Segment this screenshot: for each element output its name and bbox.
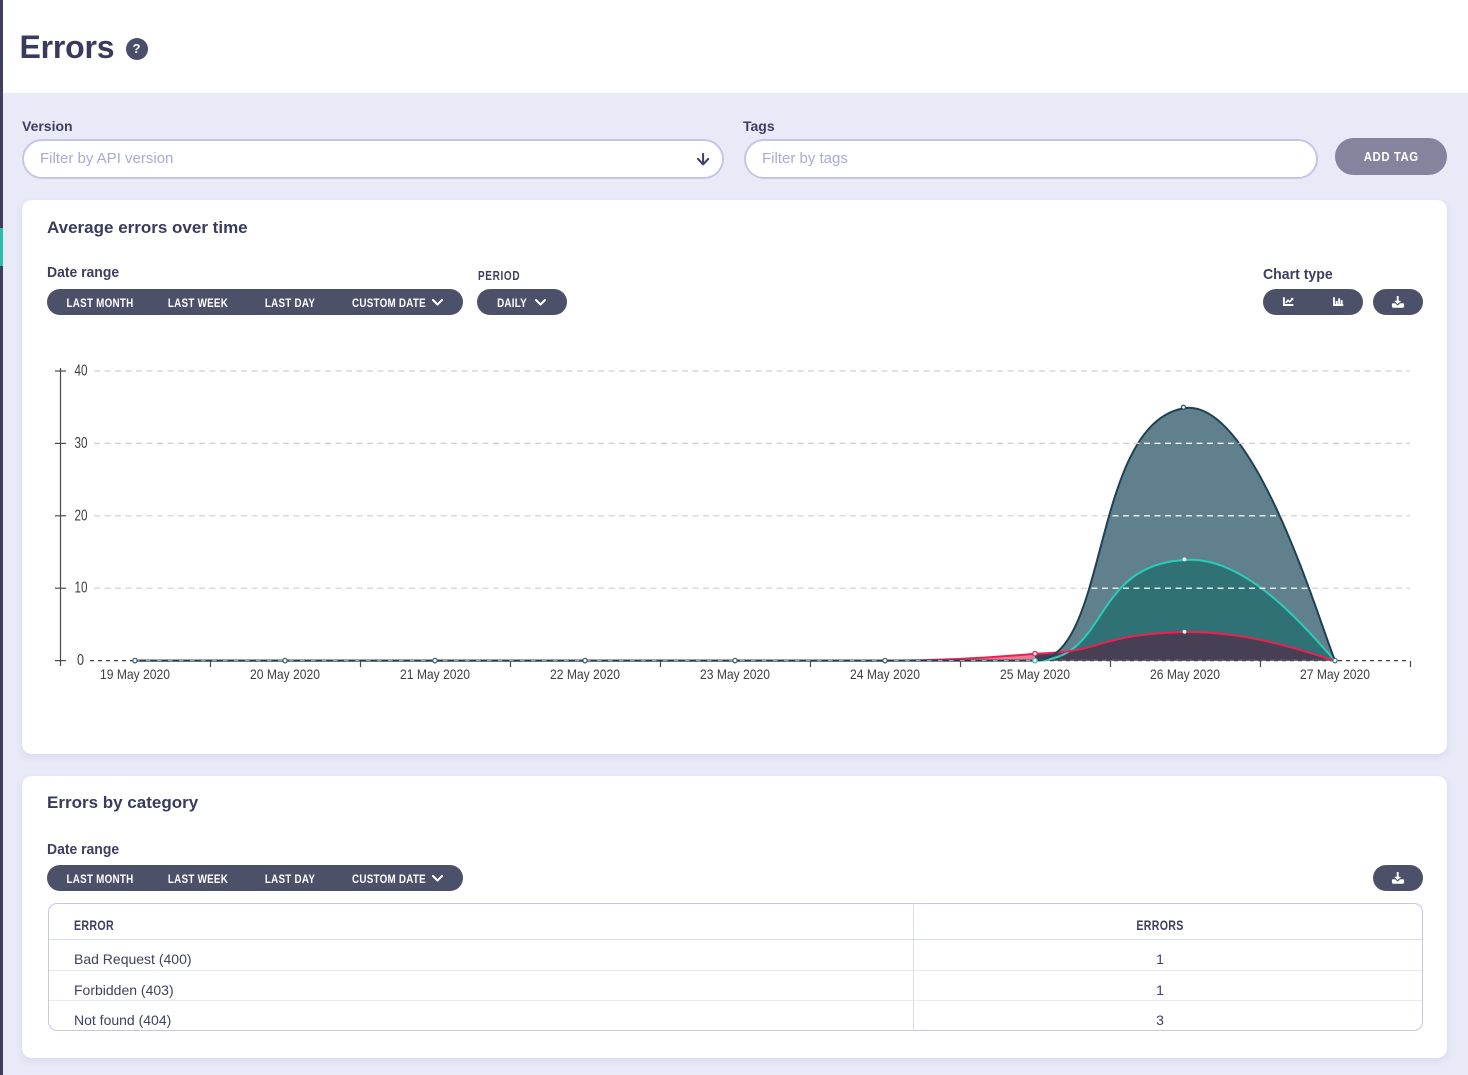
svg-text:25 May 2020: 25 May 2020: [1000, 666, 1070, 682]
svg-text:40: 40: [75, 363, 88, 380]
svg-text:20 May 2020: 20 May 2020: [250, 666, 320, 682]
svg-text:27 May 2020: 27 May 2020: [1300, 666, 1370, 682]
svg-text:10: 10: [75, 580, 88, 597]
svg-text:26 May 2020: 26 May 2020: [1150, 666, 1220, 682]
svg-text:20: 20: [75, 507, 88, 524]
svg-text:30: 30: [75, 435, 88, 452]
svg-text:19 May 2020: 19 May 2020: [100, 666, 170, 682]
svg-text:21 May 2020: 21 May 2020: [400, 666, 470, 682]
svg-text:24 May 2020: 24 May 2020: [850, 666, 920, 682]
svg-text:23 May 2020: 23 May 2020: [700, 666, 770, 682]
svg-text:22 May 2020: 22 May 2020: [550, 666, 620, 682]
svg-text:0: 0: [77, 652, 84, 669]
